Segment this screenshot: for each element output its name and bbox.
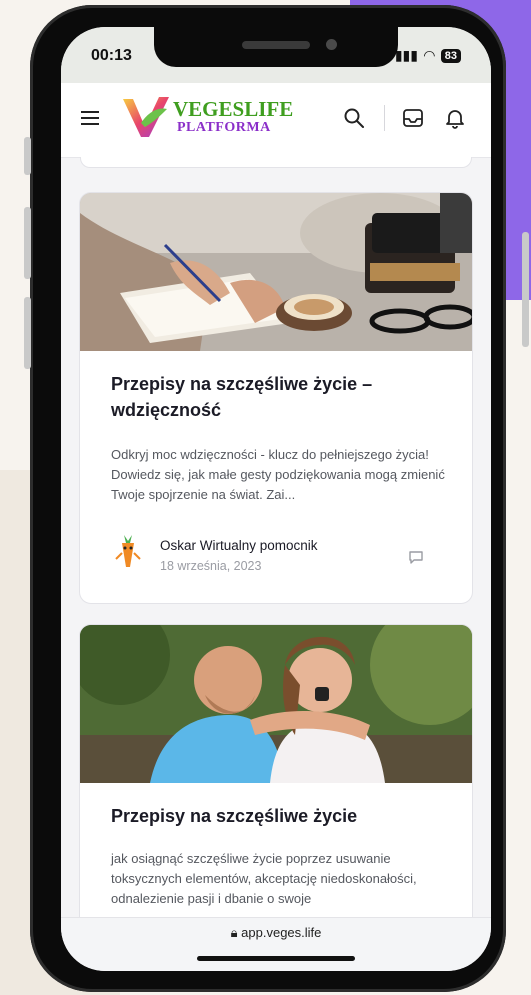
phone-power-button [522, 232, 529, 347]
camera-notch [154, 27, 398, 67]
status-icons: ▮▮▮ ◠ 83 [395, 47, 461, 64]
speaker-grille [242, 41, 310, 49]
phone-volume-up [24, 207, 31, 279]
author-avatar[interactable] [114, 533, 142, 571]
battery-indicator: 83 [440, 48, 461, 63]
logo-title: VEGESLIFE [173, 97, 294, 121]
post-excerpt: jak osiągnąć szczęśliwe życie poprzez us… [111, 851, 417, 906]
url-label: app.veges.life [241, 925, 322, 940]
post-card[interactable]: Przepisy na szczęśliwe życie jak osiągną… [79, 624, 473, 917]
app-header: VEGESLIFE PLATFORMA [61, 83, 491, 158]
header-divider [384, 105, 385, 131]
lock-icon: 🔒︎ [230, 925, 238, 940]
search-icon[interactable] [343, 107, 365, 129]
comment-icon[interactable] [408, 549, 424, 565]
phone-silent-switch [24, 137, 31, 175]
front-camera [326, 39, 337, 50]
browser-address-bar[interactable]: 🔒︎ app.veges.life [61, 917, 491, 971]
author-name[interactable]: Oskar Wirtualny pomocnik [160, 538, 318, 553]
post-image[interactable] [80, 625, 472, 783]
post-date: 18 września, 2023 [160, 559, 262, 573]
address-url[interactable]: 🔒︎ app.veges.life [61, 925, 491, 941]
post-title[interactable]: Przepisy na szczęśliwe życie – wdzięczno… [111, 371, 451, 423]
status-time: 00:13 [91, 47, 132, 64]
post-excerpt: Odkryj moc wdzięczności - klucz do pełni… [111, 447, 445, 502]
inbox-icon[interactable] [402, 107, 424, 129]
phone-screen: 00:13 ▮▮▮ ◠ 83 VEGESLIFE PLATFORMA Przep… [61, 27, 491, 971]
wifi-icon: ◠ [423, 47, 435, 63]
vegeslife-logo-icon[interactable] [119, 93, 173, 143]
post-image[interactable] [80, 193, 472, 351]
post-card[interactable]: Przepisy na szczęśliwe życie – wdzięczno… [79, 192, 473, 604]
logo-subtitle: PLATFORMA [177, 120, 271, 135]
previous-post-card [80, 157, 472, 168]
post-title[interactable]: Przepisy na szczęśliwe życie [111, 803, 451, 829]
hamburger-menu-icon[interactable] [81, 111, 99, 125]
signal-icon: ▮▮▮ [394, 47, 418, 63]
notifications-bell-icon[interactable] [444, 107, 466, 129]
post-feed: Przepisy na szczęśliwe życie – wdzięczno… [61, 157, 491, 917]
phone-volume-down [24, 297, 31, 369]
home-indicator[interactable] [197, 956, 355, 961]
